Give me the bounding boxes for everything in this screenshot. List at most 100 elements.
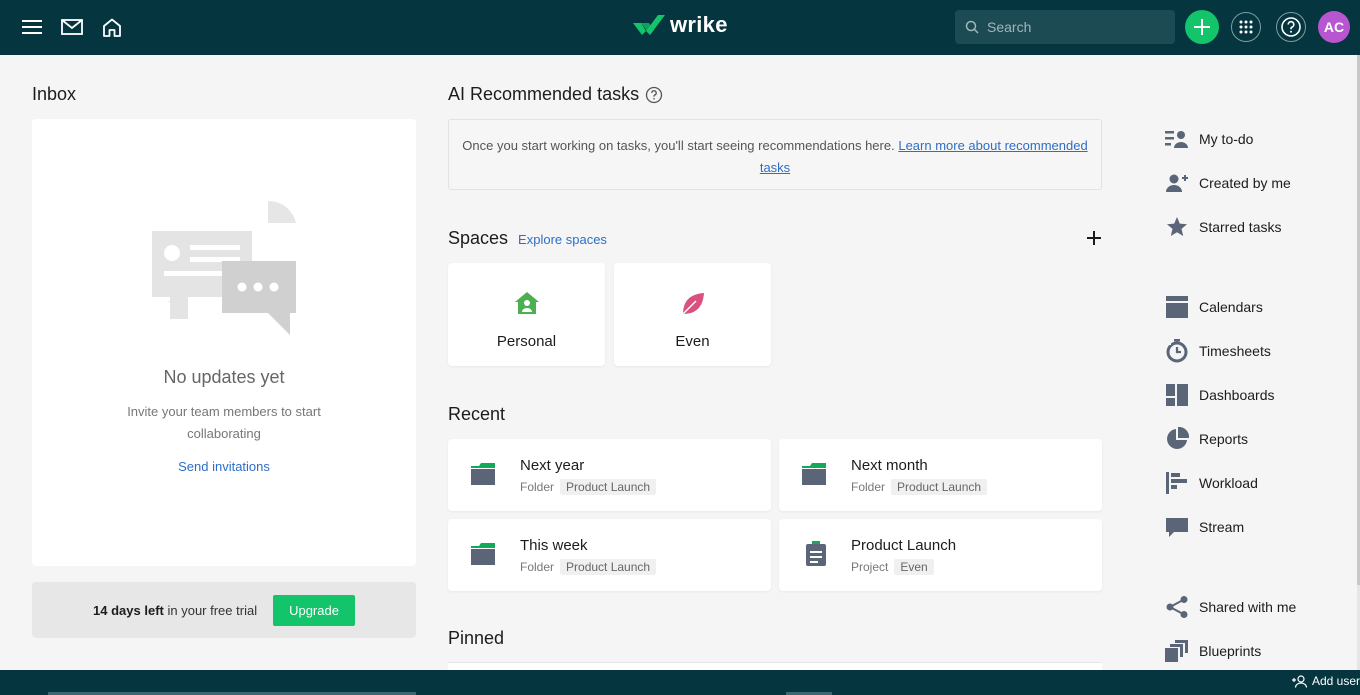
space-label: Even	[675, 333, 710, 350]
recent-item-meta: Folder Product Launch	[520, 479, 657, 495]
timesheet-icon	[1166, 339, 1188, 363]
recent-item-name: Next month	[851, 457, 928, 474]
nav-calendars[interactable]: Calendars	[1165, 293, 1263, 321]
blueprint-icon	[1165, 640, 1188, 662]
recent-item-type: Project	[851, 560, 889, 574]
add-user-label: Add user	[1312, 674, 1360, 688]
help-button[interactable]	[1276, 12, 1306, 42]
calendar-icon	[1166, 296, 1188, 318]
top-bar: wrike AC	[0, 0, 1360, 55]
nav-starred-tasks[interactable]: Starred tasks	[1165, 213, 1281, 241]
add-space-icon[interactable]	[1086, 230, 1102, 246]
info-icon[interactable]	[645, 86, 663, 104]
recent-item-tag: Even	[894, 559, 934, 575]
inbox-title: Inbox	[32, 84, 77, 104]
pinned-title: Pinned	[448, 628, 505, 648]
search-box[interactable]	[955, 10, 1175, 44]
send-invitations-link[interactable]: Send invitations	[32, 459, 416, 474]
home-icon[interactable]	[99, 14, 125, 40]
recent-item-meta: Project Even	[851, 559, 934, 575]
empty-state-title: No updates yet	[163, 367, 285, 387]
recent-item[interactable]: Next month Folder Product Launch	[779, 439, 1102, 511]
wrike-check-icon	[633, 15, 665, 35]
ai-title: AI Recommended tasks	[448, 84, 640, 104]
house-icon	[515, 292, 539, 314]
dashboard-icon	[1166, 384, 1188, 406]
recent-item-meta: Folder Product Launch	[520, 559, 657, 575]
nav-label: Calendars	[1199, 299, 1263, 315]
help-icon	[1281, 17, 1301, 37]
folder-icon	[802, 463, 826, 485]
mail-icon[interactable]	[59, 14, 85, 40]
recent-title: Recent	[448, 404, 506, 424]
recent-item-type: Folder	[520, 560, 555, 574]
logo-text: wrike	[670, 12, 728, 37]
todo-icon	[1165, 131, 1188, 148]
create-button[interactable]	[1185, 10, 1219, 44]
search-input[interactable]	[987, 19, 1157, 35]
folder-icon	[471, 543, 495, 565]
empty-inbox-illustration-icon	[152, 201, 296, 335]
stream-icon	[1166, 518, 1188, 537]
recent-item-name: This week	[520, 537, 588, 554]
nav-label: Stream	[1199, 519, 1245, 535]
nav-created-by-me[interactable]: Created by me	[1165, 169, 1291, 197]
upgrade-button[interactable]: Upgrade	[273, 594, 355, 626]
trial-text: 14 days left in your free trial	[93, 603, 257, 618]
nav-dashboards[interactable]: Dashboards	[1165, 381, 1275, 409]
recent-item-type: Folder	[520, 480, 555, 494]
apps-grid-icon	[1239, 20, 1253, 34]
nav-label: Timesheets	[1199, 343, 1271, 359]
recent-item-tag: Product Launch	[560, 559, 657, 575]
trial-suffix: in your free trial	[163, 602, 258, 618]
user-avatar[interactable]: AC	[1318, 11, 1350, 43]
ai-recommendations-box: Once you start working on tasks, you'll …	[448, 119, 1102, 190]
recent-item-type: Folder	[851, 480, 886, 494]
nav-label: Shared with me	[1199, 599, 1297, 615]
add-user-icon	[1292, 674, 1308, 688]
recent-item[interactable]: Next year Folder Product Launch	[448, 439, 771, 511]
trial-days-left: 14 days left	[93, 602, 164, 618]
nav-reports[interactable]: Reports	[1165, 425, 1248, 453]
nav-label: My to-do	[1199, 131, 1254, 147]
recent-item-meta: Folder Product Launch	[851, 479, 988, 495]
plus-icon	[1194, 19, 1210, 35]
user-plus-icon	[1166, 174, 1188, 192]
trial-banner: 14 days left in your free trial Upgrade	[32, 582, 416, 638]
nav-label: Workload	[1199, 475, 1258, 491]
explore-spaces-link[interactable]: Explore spaces	[518, 232, 607, 247]
menu-icon[interactable]	[19, 14, 45, 40]
pie-icon	[1167, 427, 1189, 449]
workload-icon	[1166, 472, 1187, 494]
recent-item-tag: Product Launch	[560, 479, 657, 495]
space-card-personal[interactable]: Personal	[448, 263, 605, 366]
empty-state-text: Invite your team members to start collab…	[127, 404, 321, 441]
nav-blueprints[interactable]: Blueprints	[1165, 637, 1261, 665]
search-icon	[965, 20, 979, 34]
apps-button[interactable]	[1231, 12, 1261, 42]
nav-label: Blueprints	[1199, 643, 1262, 659]
leaf-icon	[682, 293, 704, 315]
recent-item-tag: Product Launch	[891, 479, 988, 495]
ai-recommended-header: AI Recommended tasks	[448, 84, 663, 105]
spaces-header: Spaces Explore spaces	[448, 228, 607, 249]
spaces-title: Spaces	[448, 228, 509, 248]
nav-workload[interactable]: Workload	[1165, 469, 1258, 497]
wrike-logo[interactable]: wrike	[632, 12, 728, 38]
share-icon	[1166, 596, 1188, 618]
recent-item-name: Next year	[520, 457, 585, 474]
nav-timesheets[interactable]: Timesheets	[1165, 337, 1271, 365]
star-icon	[1167, 217, 1187, 236]
add-user-button[interactable]: Add user	[1292, 674, 1360, 688]
recent-item[interactable]: This week Folder Product Launch	[448, 519, 771, 591]
project-icon	[806, 541, 826, 566]
space-card-even[interactable]: Even	[614, 263, 771, 366]
recent-item[interactable]: Product Launch Project Even	[779, 519, 1102, 591]
nav-my-todo[interactable]: My to-do	[1165, 125, 1253, 153]
nav-shared-with-me[interactable]: Shared with me	[1165, 593, 1296, 621]
space-label: Personal	[496, 333, 557, 350]
nav-label: Starred tasks	[1199, 219, 1282, 235]
nav-stream[interactable]: Stream	[1165, 513, 1244, 541]
folder-icon	[471, 463, 495, 485]
ai-message: Once you start working on tasks, you'll …	[462, 138, 895, 153]
